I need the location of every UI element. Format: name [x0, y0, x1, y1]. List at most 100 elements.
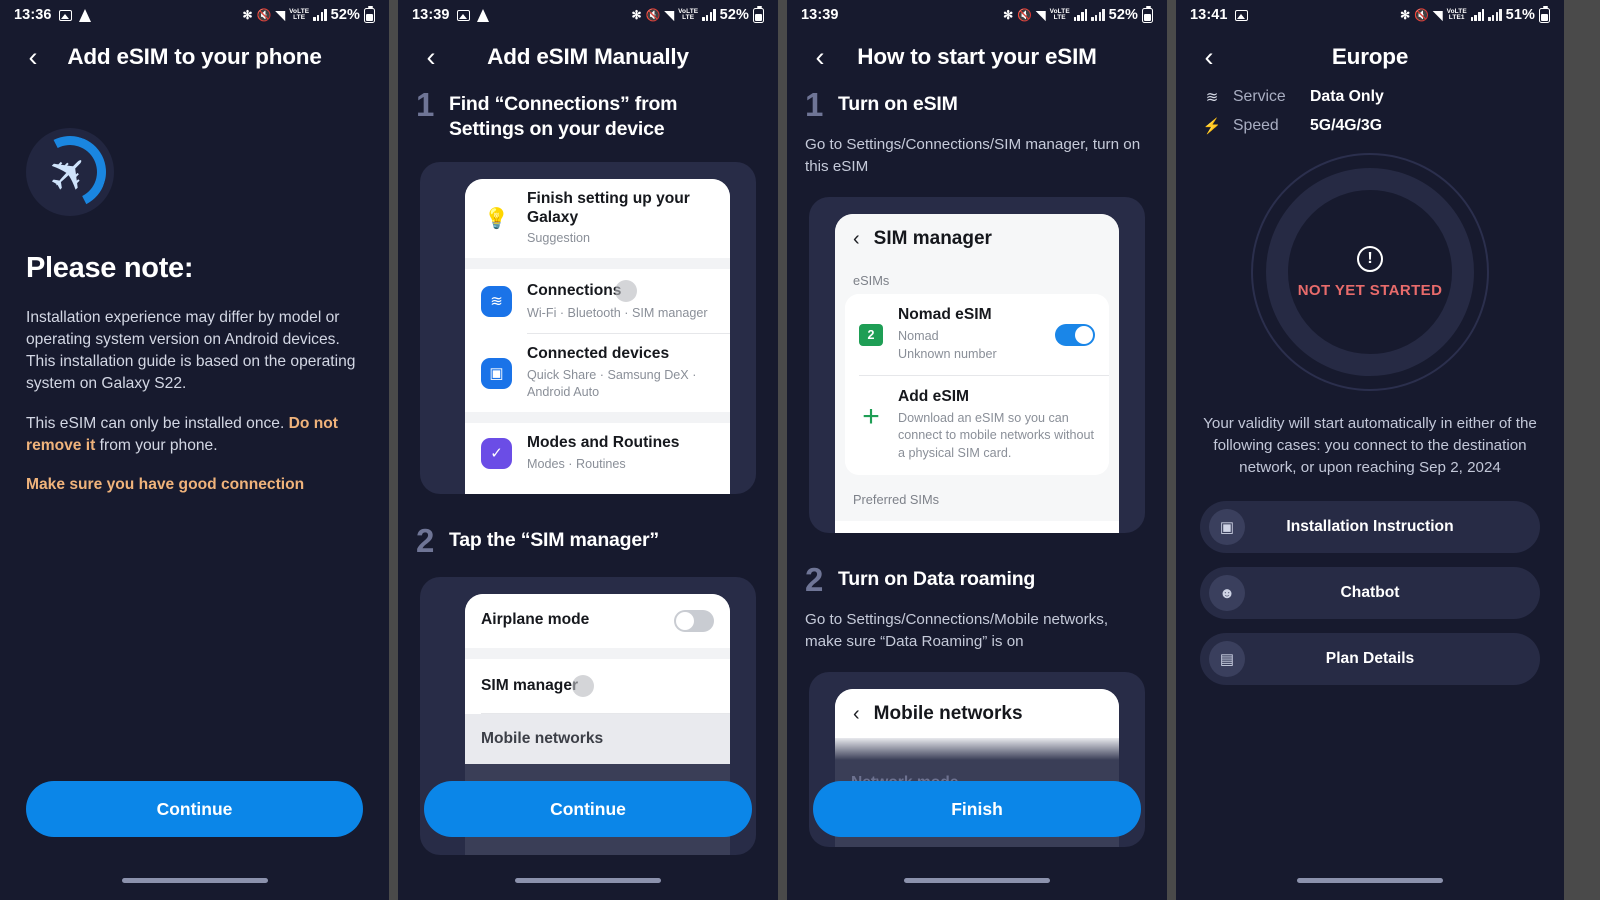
row-subtitle: Quick Share · Samsung DeX · Android Auto: [527, 368, 697, 400]
wifi-icon: ≋: [481, 285, 512, 317]
settings-row-suggestion[interactable]: 💡 Finish setting up your Galaxy Suggesti…: [465, 178, 730, 259]
settings-row-airplane-mode[interactable]: Airplane mode: [465, 593, 730, 648]
row-title: Modes and Routines: [527, 434, 680, 452]
wifi-icon: ◥: [1036, 8, 1046, 22]
back-button[interactable]: ‹: [416, 42, 446, 72]
status-time: 13:41: [1190, 7, 1228, 23]
mute-icon: 🔇: [645, 8, 661, 22]
sim-card-2-icon: 2: [859, 323, 883, 346]
back-button[interactable]: ‹: [1194, 42, 1224, 72]
status-bar: 13:39 ✻ 🔇 ◥ VoLTE LTE 52%: [398, 0, 778, 30]
chevron-left-icon[interactable]: ‹: [853, 229, 860, 249]
meta-row-service: ≋ Service Data Only: [1202, 88, 1538, 106]
devices-icon: ▣: [481, 357, 512, 389]
action-label: Installation Instruction: [1286, 518, 1454, 536]
step-title: Turn on eSIM: [838, 93, 958, 115]
status-bar: 13:39 ✻ 🔇 ◥ VoLTE LTE 52%: [787, 0, 1167, 30]
plan-details-button[interactable]: ▤ Plan Details: [1200, 633, 1540, 686]
action-label: Plan Details: [1325, 650, 1415, 668]
esim-row-add[interactable]: + Add eSIM Download an eSIM so you can c…: [845, 375, 1109, 476]
airplane-mode-toggle[interactable]: [674, 609, 714, 632]
preferred-sims-label: Preferred SIMs: [835, 484, 1119, 522]
signal-bars-icon: [1073, 9, 1088, 21]
app-header: ‹ Add eSIM to your phone: [0, 30, 389, 84]
list-gap: [465, 647, 730, 659]
list-gap: [465, 412, 730, 424]
status-time: 13:39: [801, 7, 839, 23]
phone-panel-1: 13:36 ✻ 🔇 ◥ VoLTE LTE 52% ‹ Add eSIM to y…: [0, 0, 389, 900]
settings-mock-1: 💡 Finish setting up your Galaxy Suggesti…: [420, 161, 756, 494]
esim-row-nomad[interactable]: 2 Nomad eSIM Nomad Unknown number: [845, 294, 1109, 375]
step-2-header: 2 Turn on Data roaming: [787, 563, 1167, 596]
chatbot-button[interactable]: ☻ Chatbot: [1200, 567, 1540, 620]
tap-indicator: [615, 280, 638, 303]
bluetooth-icon: ✻: [242, 8, 253, 22]
row-subtitle-2: Unknown number: [898, 346, 997, 361]
panel1-body: ✈ Please note: Installation experience m…: [0, 84, 389, 496]
lightbulb-icon: 💡: [484, 208, 509, 231]
signal-bars-icon: [313, 9, 327, 21]
row-subtitle: Suggestion: [527, 231, 591, 246]
row-subtitle: Wi-Fi · Bluetooth · SIM manager: [527, 306, 708, 321]
row-title: Finish setting up your Galaxy: [527, 189, 690, 226]
row-title: Airplane mode: [481, 611, 590, 629]
finish-button[interactable]: Finish: [813, 781, 1141, 837]
continue-button[interactable]: Continue: [26, 781, 363, 837]
row-subtitle: Modes · Routines: [527, 456, 626, 471]
signal-bars-icon: [702, 9, 716, 21]
photo-icon: [58, 9, 72, 21]
settings-list: 💡 Finish setting up your Galaxy Suggesti…: [465, 178, 730, 494]
settings-row-modes-routines[interactable]: ✓ Modes and Routines Modes · Routines: [465, 423, 730, 484]
volte-icon: VoLTE LTE: [1049, 7, 1070, 21]
settings-row-connected-devices[interactable]: ▣ Connected devices Quick Share · Samsun…: [465, 334, 730, 413]
row-title: Connected devices: [527, 345, 670, 363]
battery-icon: [753, 5, 764, 23]
status-ring: ! NOT YET STARTED: [1251, 153, 1489, 391]
home-indicator[interactable]: [121, 878, 268, 883]
page-title: Add eSIM to your phone: [67, 44, 322, 69]
sim-manager-titlebar: ‹ SIM manager: [835, 214, 1119, 264]
installation-instruction-button[interactable]: ▣ Installation Instruction: [1200, 501, 1540, 554]
mobile-networks-titlebar: ‹ Mobile networks: [835, 689, 1119, 739]
wifi-icon: ◥: [1433, 8, 1443, 22]
status-time: 13:39: [412, 7, 450, 23]
chevron-left-icon[interactable]: ‹: [853, 704, 860, 724]
mute-icon: 🔇: [1414, 8, 1430, 22]
status-ring-wrap: ! NOT YET STARTED: [1176, 153, 1564, 391]
esim-card: 2 Nomad eSIM Nomad Unknown number + Add …: [845, 294, 1109, 476]
home-indicator[interactable]: [515, 878, 661, 883]
settings-row-connections[interactable]: ≋ Connections Wi-Fi · Bluetooth · SIM ma…: [465, 269, 730, 334]
row-title: Mobile networks: [481, 729, 604, 747]
plan-details-icon: ▤: [1209, 641, 1245, 678]
home-indicator[interactable]: [904, 878, 1050, 883]
step-number: 2: [805, 561, 824, 599]
phone-panel-4: 13:41 ✻ 🔇 ◥ VoLTE LTE1 51% ‹ Europe ≋ Ser…: [1176, 0, 1564, 900]
mute-icon: 🔇: [1017, 8, 1033, 22]
mock-title: Mobile networks: [873, 703, 1023, 725]
mute-icon: 🔇: [256, 8, 272, 22]
chip-icon: ▣: [1209, 509, 1245, 546]
page-title: Europe: [1331, 44, 1409, 69]
back-button[interactable]: ‹: [18, 42, 48, 72]
settings-row-mobile-networks[interactable]: Mobile networks: [465, 713, 730, 765]
status-time: 13:36: [14, 7, 52, 23]
navigation-icon: [78, 8, 91, 22]
row-subtitle: Download an eSIM so you can connect to m…: [898, 410, 1095, 461]
note-p2-pre: This eSIM can only be installed once.: [26, 414, 289, 432]
battery-percent: 52%: [719, 7, 749, 23]
battery-percent: 52%: [1108, 7, 1138, 23]
note-paragraph-1: Installation experience may differ by mo…: [26, 309, 356, 393]
steps-list: 1 Find “Connections” from Settings on yo…: [398, 84, 778, 856]
home-indicator[interactable]: [1297, 878, 1443, 883]
screenshot-strip: 13:36 ✻ 🔇 ◥ VoLTE LTE 52% ‹ Add eSIM to y…: [0, 0, 1600, 900]
settings-row-sim-manager[interactable]: SIM manager: [465, 658, 730, 713]
nomad-esim-toggle[interactable]: [1055, 323, 1095, 346]
status-badge: NOT YET STARTED: [1297, 281, 1443, 299]
meta-key: Speed: [1233, 117, 1279, 134]
step-1-header: 1 Turn on eSIM: [787, 88, 1167, 121]
bluetooth-icon: ✻: [631, 8, 642, 22]
battery-icon: [1142, 5, 1153, 23]
step-title: Turn on Data roaming: [838, 568, 1036, 591]
continue-button[interactable]: Continue: [424, 781, 752, 837]
back-button[interactable]: ‹: [805, 42, 835, 72]
